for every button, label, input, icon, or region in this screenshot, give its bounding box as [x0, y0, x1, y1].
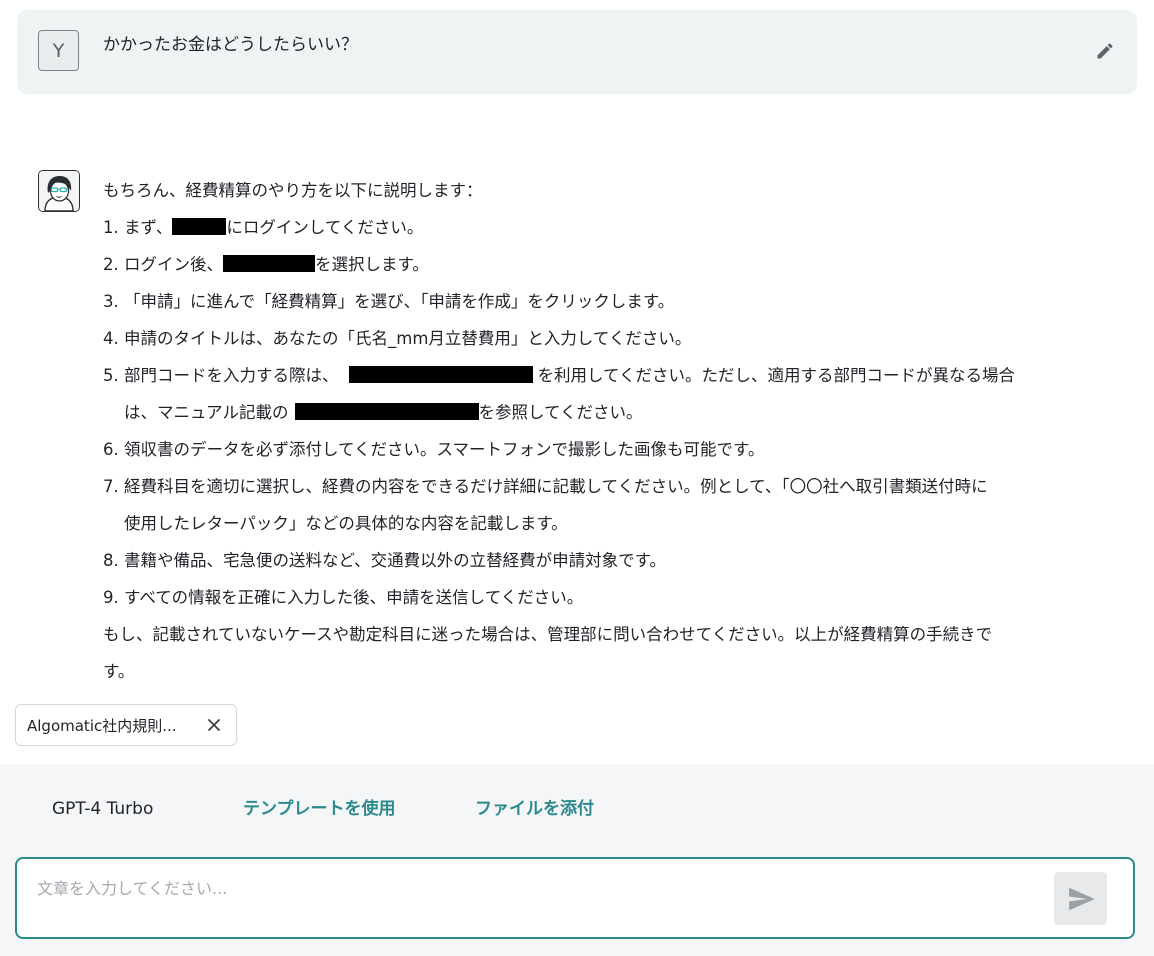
assistant-avatar — [38, 170, 80, 212]
list-item-text: を利用してください。ただし、適用する部門コードが異なる場合 — [537, 366, 1016, 385]
list-item-text: 書籍や備品、宅急便の送料など、交通費以外の立替経費が申請対象です。 — [124, 551, 667, 570]
pencil-icon[interactable] — [1095, 41, 1115, 61]
list-item: 5. 部門コードを入力する際は、 を利用してください。ただし、適用する部門コードが… — [103, 357, 1123, 431]
list-item-number: 6. — [103, 440, 119, 459]
list-item: 8. 書籍や備品、宅急便の送料など、交通費以外の立替経費が申請対象です。 — [103, 542, 1123, 579]
attachment-label: Algomatic社内規則... — [27, 716, 177, 735]
redacted-text — [294, 403, 479, 420]
list-item: 6. 領収書のデータを必ず添付してください。スマートフォンで撮影した画像も可能で… — [103, 431, 1123, 468]
attachment-chip[interactable]: Algomatic社内規則... — [15, 704, 237, 746]
send-button[interactable] — [1054, 872, 1107, 925]
list-item-text: 経費科目を適切に選択し、経費の内容をできるだけ詳細に記載してください。例として、… — [124, 477, 988, 496]
user-message-text: かかったお金はどうしたらいい？ — [103, 35, 358, 55]
list-item-number: 2. — [103, 255, 119, 274]
list-item-text: ログイン後、 — [124, 255, 223, 274]
list-item-number: 5. — [103, 366, 119, 385]
list-item-text: にログインしてください。 — [226, 218, 424, 237]
message-input-box — [15, 857, 1135, 939]
user-avatar-initial: Y — [52, 39, 65, 62]
assistant-closing: もし、記載されていないケースや勘定科目に迷った場合は、管理部に問い合わせてくださ… — [103, 625, 993, 644]
chat-page: Y かかったお金はどうしたらいい？ もちろん、経費精算のやり方を以下に説明します… — [0, 0, 1154, 956]
list-item: 9. すべての情報を正確に入力した後、申請を送信してください。 — [103, 579, 1123, 616]
list-item-number: 9. — [103, 588, 119, 607]
list-item-text: を参照してください。 — [478, 403, 643, 422]
user-message: Y かかったお金はどうしたらいい？ — [17, 10, 1137, 94]
list-item-text: 部門コードを入力する際は、 — [124, 366, 339, 385]
list-item-text: を選択します。 — [315, 255, 429, 274]
list-item: 7. 経費科目を適切に選択し、経費の内容をできるだけ詳細に記載してください。例と… — [103, 468, 1123, 542]
list-item: 4. 申請のタイトルは、あなたの「氏名_mm月立替費用」と入力してください。 — [103, 320, 1123, 357]
attach-file-button[interactable]: ファイルを添付 — [475, 798, 594, 820]
list-item-text: まず、 — [124, 218, 173, 237]
list-item: 2. ログイン後、 を選択します。 — [103, 246, 1123, 283]
list-item-number: 1. — [103, 218, 119, 237]
list-item-text: 使用したレターパック」などの具体的な内容を記載します。 — [124, 514, 568, 533]
list-item-text: すべての情報を正確に入力した後、申請を送信してください。 — [124, 588, 584, 607]
send-icon — [1068, 887, 1095, 910]
list-item-text: 申請のタイトルは、あなたの「氏名_mm月立替費用」と入力してください。 — [124, 329, 692, 348]
list-item: 1. まず、 にログインしてください。 — [103, 209, 1123, 246]
redacted-text — [223, 255, 315, 272]
close-icon[interactable] — [206, 717, 222, 733]
message-input[interactable] — [37, 879, 1037, 898]
list-item-number: 4. — [103, 329, 119, 348]
user-avatar: Y — [38, 30, 79, 71]
redacted-text — [172, 218, 227, 235]
list-item-text: 領収書のデータを必ず添付してください。スマートフォンで撮影した画像も可能です。 — [124, 440, 765, 459]
assistant-message: もちろん、経費精算のやり方を以下に説明します： 1. まず、 にログインしてくださ… — [103, 172, 1123, 690]
assistant-face-icon — [39, 171, 79, 211]
assistant-intro: もちろん、経費精算のやり方を以下に説明します： — [103, 181, 483, 200]
list-item-text: 「申請」に進んで「経費精算」を選び、「申請を作成」をクリックします。 — [124, 292, 675, 311]
list-item-number: 3. — [103, 292, 119, 311]
list-item: 3. 「申請」に進んで「経費精算」を選び、「申請を作成」をクリックします。 — [103, 283, 1123, 320]
list-item-number: 8. — [103, 551, 119, 570]
use-template-button[interactable]: テンプレートを使用 — [243, 798, 396, 820]
list-item-text: は、マニュアル記載の — [124, 403, 289, 422]
redacted-text — [348, 366, 533, 383]
assistant-closing-cont: す。 — [103, 662, 135, 681]
composer-area: GPT-4 Turbo テンプレートを使用 ファイルを添付 — [0, 764, 1154, 956]
list-item-number: 7. — [103, 477, 119, 496]
model-selector[interactable]: GPT-4 Turbo — [52, 798, 153, 820]
